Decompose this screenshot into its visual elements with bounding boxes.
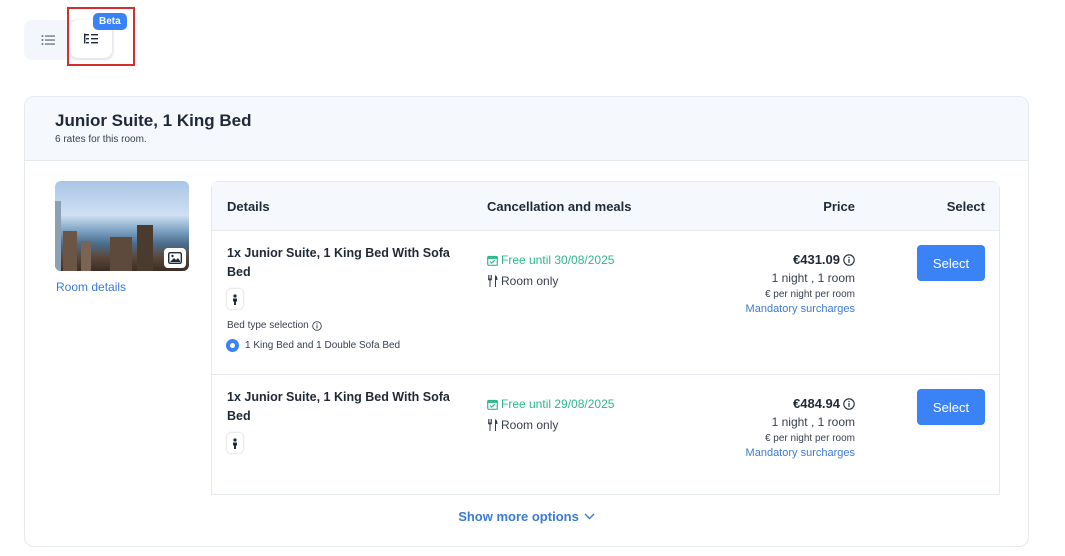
fork-knife-icon [488,275,498,287]
price-value: €484.94 [793,396,840,411]
info-icon[interactable] [311,320,322,331]
bed-option-label: 1 King Bed and 1 Double Sofa Bed [245,340,401,351]
photo-building [81,241,91,271]
room-photo[interactable] [55,181,189,271]
photo-building [110,237,132,271]
gallery-icon[interactable] [164,248,186,268]
cancellation-text: Free until 29/08/2025 [501,397,615,411]
bed-option[interactable]: 1 King Bed and 1 Double Sofa Bed [226,339,400,352]
select-rate-button[interactable]: Select [917,245,985,281]
meal-plan: Room only [487,418,558,432]
rate-row: 1x Junior Suite, 1 King Bed With Sofa Be… [212,231,999,375]
select-rate-button[interactable]: Select [917,389,985,425]
guest-icon [227,433,243,453]
room-card: Junior Suite, 1 King Bed 6 rates for thi… [24,96,1029,547]
rates-table: Details Cancellation and meals Price Sel… [211,181,1000,495]
header-select: Select [946,199,985,214]
price-per-night: € per night per room [764,433,855,444]
photo-building [55,201,61,271]
room-rate-count: 6 rates for this room. [55,134,147,145]
bed-option-radio[interactable] [226,339,239,352]
photo-building [63,231,77,271]
chevron-down-icon [584,513,595,520]
show-more-options[interactable]: Show more options [25,509,1028,524]
calendar-check-icon [487,255,498,266]
list-view-button[interactable] [28,20,68,60]
price-value: €431.09 [793,252,840,267]
beta-badge: Beta [93,13,127,30]
price-amount: €431.09 [746,252,855,267]
room-title: Junior Suite, 1 King Bed [55,111,252,130]
free-cancellation: Free until 30/08/2025 [487,253,614,267]
meal-text: Room only [501,418,559,432]
price-block: €431.09 1 night , 1 room € per night per… [746,252,855,315]
price-amount: €484.94 [746,396,855,411]
show-more-label: Show more options [458,509,579,524]
mandatory-surcharges-link[interactable]: Mandatory surcharges [746,303,855,315]
room-details-link[interactable]: Room details [56,280,126,294]
info-icon[interactable] [843,397,855,410]
rate-name: 1x Junior Suite, 1 King Bed With Sofa Be… [227,246,450,279]
tree-list-icon [84,33,98,44]
price-per-night: € per night per room [764,289,855,300]
price-nights: 1 night , 1 room [771,415,855,429]
bed-type-label-text: Bed type selection [227,320,309,331]
photo-building [137,225,153,271]
rate-name: 1x Junior Suite, 1 King Bed With Sofa Be… [227,390,450,423]
free-cancellation: Free until 29/08/2025 [487,397,614,411]
price-block: €484.94 1 night , 1 room € per night per… [746,396,855,459]
guest-icon [227,289,243,309]
header-details: Details [227,199,270,214]
bed-type-label: Bed type selection [227,320,322,331]
list-icon [41,35,55,45]
room-header: Junior Suite, 1 King Bed 6 rates for thi… [25,97,1028,161]
header-cancellation: Cancellation and meals [487,199,632,214]
rate-row: 1x Junior Suite, 1 King Bed With Sofa Be… [212,375,999,495]
mandatory-surcharges-link[interactable]: Mandatory surcharges [746,447,855,459]
calendar-check-icon [487,399,498,410]
price-nights: 1 night , 1 room [771,271,855,285]
meal-text: Room only [501,274,559,288]
info-icon[interactable] [843,253,855,266]
header-price: Price [823,199,855,214]
meal-plan: Room only [487,274,558,288]
fork-knife-icon [488,419,498,431]
cancellation-text: Free until 30/08/2025 [501,253,615,267]
rates-table-header: Details Cancellation and meals Price Sel… [212,182,999,231]
